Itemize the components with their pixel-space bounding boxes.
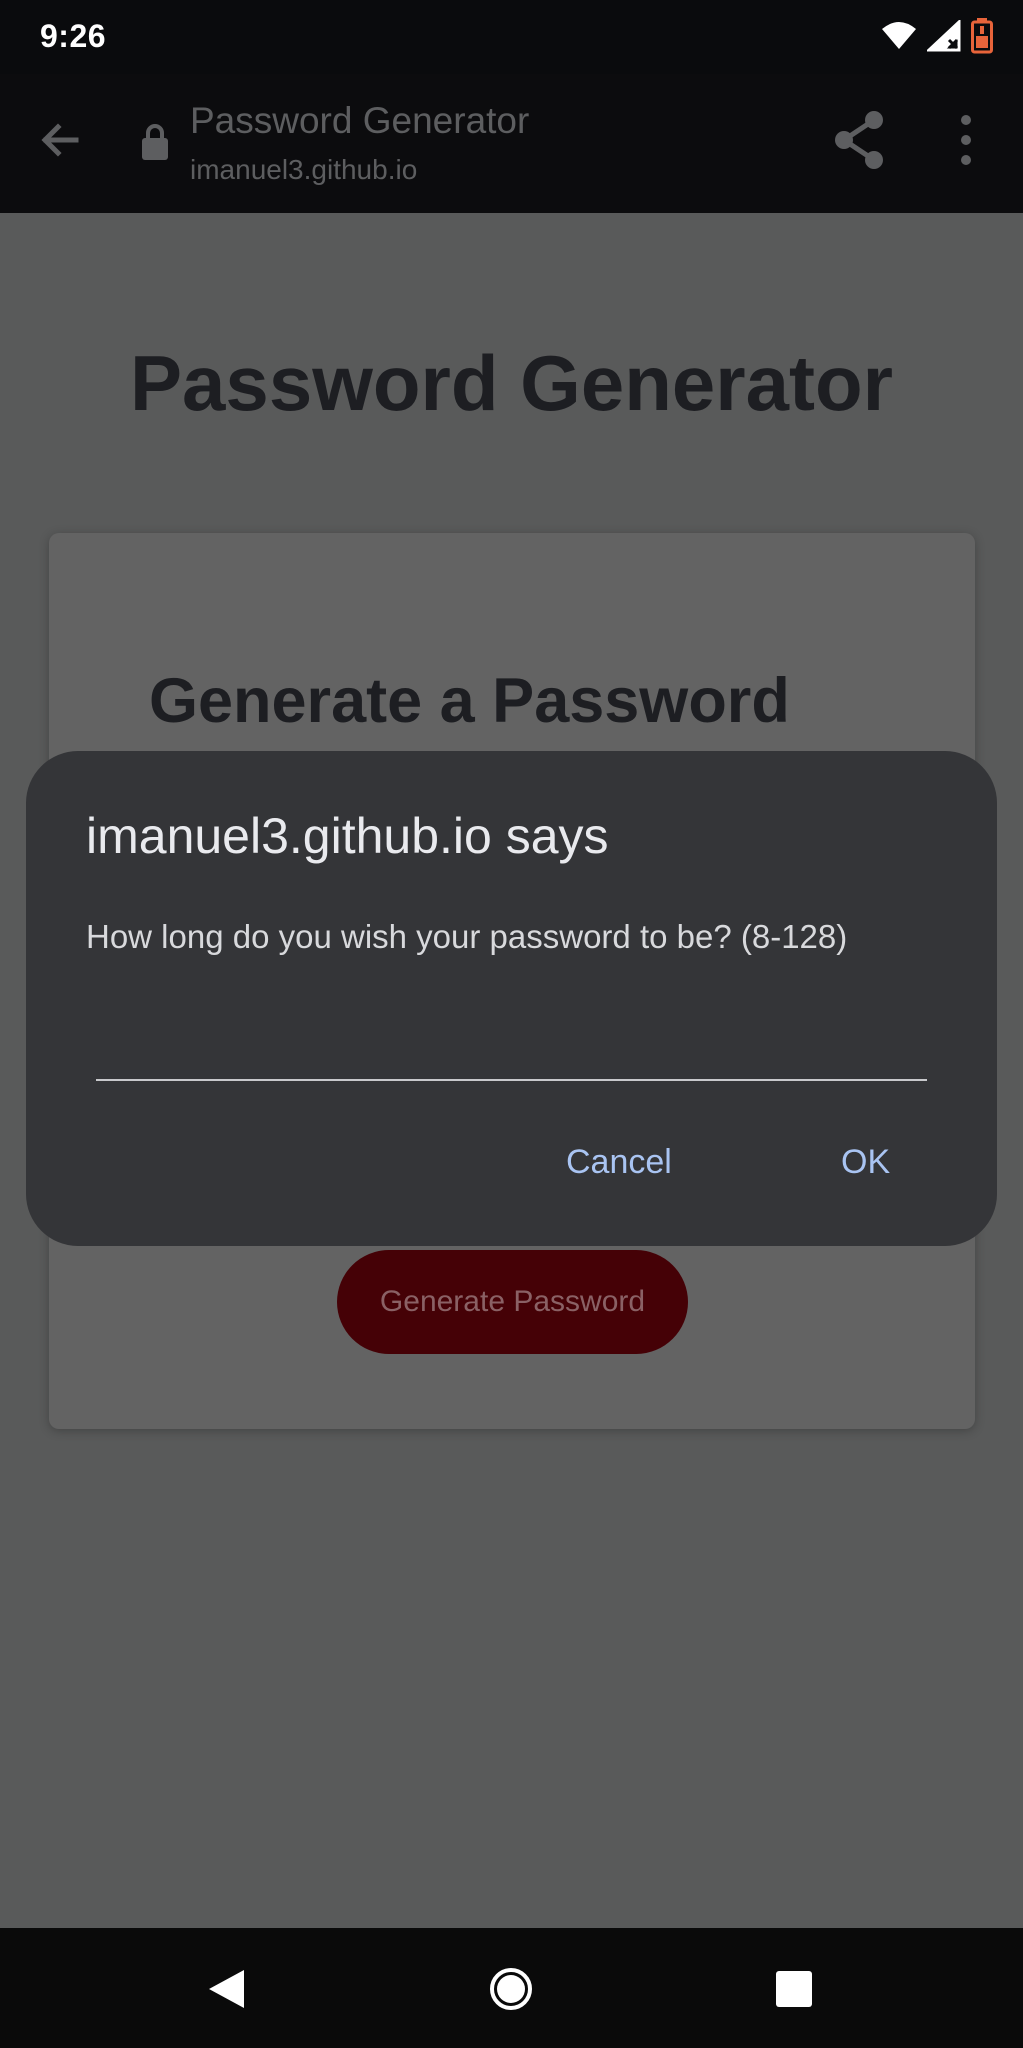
- prompt-dialog: imanuel3.github.io says How long do you …: [26, 751, 997, 1246]
- system-nav-bar: [0, 1928, 1023, 2048]
- status-icons: [881, 16, 993, 56]
- generate-password-button[interactable]: Generate Password: [337, 1250, 688, 1354]
- cancel-button[interactable]: Cancel: [566, 1143, 672, 1182]
- nav-back-icon[interactable]: [206, 1968, 246, 2010]
- battery-icon: [971, 18, 993, 54]
- status-time: 9:26: [40, 18, 107, 54]
- signal-icon: [927, 20, 961, 52]
- lock-icon[interactable]: [140, 122, 170, 162]
- back-arrow-icon[interactable]: [36, 116, 84, 164]
- ok-button[interactable]: OK: [841, 1143, 890, 1182]
- password-length-input[interactable]: [96, 1021, 927, 1081]
- nav-home-icon[interactable]: [488, 1966, 534, 2012]
- status-bar: 9:26: [0, 0, 1023, 74]
- wifi-icon: [882, 22, 916, 49]
- toolbar-page-title[interactable]: Password Generator: [190, 100, 529, 142]
- share-icon[interactable]: [832, 110, 886, 170]
- dialog-message: How long do you wish your password to be…: [86, 918, 848, 955]
- nav-recents-icon[interactable]: [775, 1970, 813, 2008]
- more-vert-icon[interactable]: [950, 112, 982, 168]
- page-heading: Password Generator: [130, 339, 893, 427]
- card-heading: Generate a Password: [149, 666, 790, 736]
- browser-toolbar: Password Generator imanuel3.github.io: [0, 74, 1023, 213]
- toolbar-url[interactable]: imanuel3.github.io: [190, 154, 417, 186]
- dialog-title: imanuel3.github.io says: [86, 808, 609, 864]
